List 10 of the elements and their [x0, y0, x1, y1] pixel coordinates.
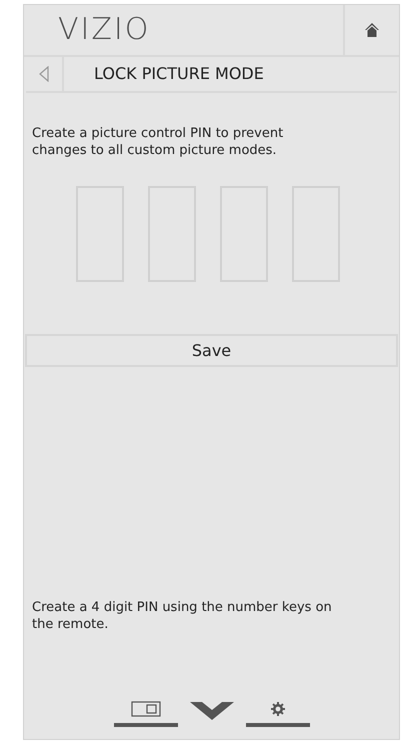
back-icon [39, 66, 49, 82]
hint-text: Create a 4 digit PIN using the number keys on the remote. [32, 599, 333, 633]
description-text: Create a picture control PIN to prevent changes to all custom picture modes. [32, 125, 284, 159]
menu-title: LOCK PICTURE MODE [93, 63, 264, 85]
brand-logo: VIZIO [57, 11, 152, 49]
home-icon [364, 22, 380, 38]
settings-icon[interactable] [270, 701, 286, 717]
save-button[interactable]: Save [25, 334, 398, 367]
chevron-down-icon[interactable] [188, 701, 236, 721]
input-icon[interactable] [130, 701, 160, 717]
